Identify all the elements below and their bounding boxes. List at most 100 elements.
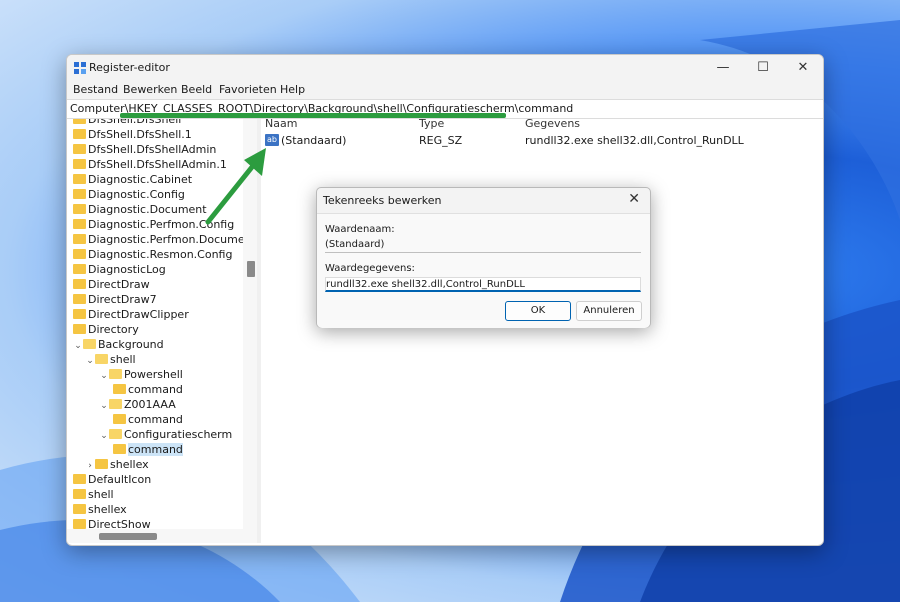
folder-icon <box>113 384 126 394</box>
minimize-button[interactable]: — <box>703 57 743 79</box>
tree-item[interactable]: Diagnostic.Document <box>73 202 207 217</box>
tree-item[interactable]: › shellex <box>85 457 149 472</box>
tree-item-label: DfsShell.DfsShellAdmin.1 <box>88 158 227 171</box>
ok-button[interactable]: OK <box>505 301 571 321</box>
folder-icon <box>73 219 86 229</box>
value-data-input[interactable] <box>325 277 641 292</box>
chevron-icon[interactable]: ⌄ <box>73 339 83 354</box>
tree-item-label: Powershell <box>124 368 183 381</box>
column-header-type[interactable]: Type <box>419 117 444 130</box>
tree-item[interactable]: ⌄ Powershell <box>99 367 183 382</box>
menu-bewerken[interactable]: Bewerken <box>123 83 177 96</box>
tree-item-label: Diagnostic.Resmon.Config <box>88 248 233 261</box>
column-header-name[interactable]: Naam <box>265 117 297 130</box>
cancel-button[interactable]: Annuleren <box>576 301 642 321</box>
tree-item-label: DfsShell.DfsShell.1 <box>88 128 192 141</box>
tree-item[interactable]: DirectShow <box>73 517 151 529</box>
value-data-cell: rundll32.exe shell32.dll,Control_RunDLL <box>525 134 744 147</box>
tree-item[interactable]: command <box>113 442 183 457</box>
folder-icon <box>73 174 86 184</box>
tree-vertical-scrollbar[interactable] <box>243 119 257 529</box>
tree-item-label: shell <box>88 488 114 501</box>
tree-item[interactable]: Diagnostic.Cabinet <box>73 172 192 187</box>
tree-item-label: Diagnostic.Cabinet <box>88 173 193 186</box>
tree-item-label: Diagnostic.Config <box>88 188 185 201</box>
tree-item-label: DfsShell.DfsShellAdmin <box>88 143 217 156</box>
tree-item-label: DefaultIcon <box>88 473 152 486</box>
folder-icon <box>83 339 96 349</box>
tree-item[interactable]: DirectDraw7 <box>73 292 157 307</box>
tree-item-label: Diagnostic.Perfmon.Document <box>88 233 244 246</box>
folder-icon <box>73 119 86 124</box>
dialog-title: Tekenreeks bewerken <box>323 194 442 207</box>
menu-favorieten[interactable]: Favorieten <box>219 83 277 96</box>
dialog-body: Waardenaam: (Standaard) Waardegegevens: … <box>317 213 650 328</box>
tree-item[interactable]: DefaultIcon <box>73 472 151 487</box>
tree-item-label: DirectDrawClipper <box>88 308 189 321</box>
tree-item[interactable]: DfsShell.DfsShellAdmin.1 <box>73 157 227 172</box>
tree-item[interactable]: ⌄ Z001AAA <box>99 397 176 412</box>
chevron-icon[interactable]: ⌄ <box>99 429 109 444</box>
close-button[interactable]: ✕ <box>783 57 823 79</box>
tree-horizontal-scrollbar[interactable] <box>67 529 257 543</box>
tree-item[interactable]: DfsShell.DfsShell.1 <box>73 127 192 142</box>
maximize-button[interactable]: ☐ <box>743 57 783 79</box>
tree-item[interactable]: Diagnostic.Perfmon.Document <box>73 232 244 247</box>
folder-icon <box>73 204 86 214</box>
tree-item-label: Diagnostic.Perfmon.Config <box>88 218 235 231</box>
tree-item[interactable]: DfsShell.DfsShell <box>73 119 181 127</box>
vertical-scroll-thumb[interactable] <box>247 261 255 277</box>
folder-icon <box>113 414 126 424</box>
menu-help[interactable]: Help <box>280 83 305 96</box>
tree-item[interactable]: DiagnosticLog <box>73 262 166 277</box>
folder-icon <box>73 129 86 139</box>
folder-icon <box>73 249 86 259</box>
value-name-cell: (Standaard) <box>281 134 347 147</box>
value-data-label: Waardegegevens: <box>325 263 415 274</box>
tree-item[interactable]: Diagnostic.Perfmon.Config <box>73 217 234 232</box>
tree-item[interactable]: ⌄ shell <box>85 352 136 369</box>
tree-item[interactable]: shell <box>73 487 114 502</box>
tree-item-label: command <box>128 383 183 396</box>
tree-item-label: shell <box>110 353 136 366</box>
folder-icon <box>73 189 86 199</box>
tree-item-label: Directory <box>88 323 139 336</box>
value-type-cell: REG_SZ <box>419 134 463 147</box>
tree-item[interactable]: DfsShell.DfsShellAdmin <box>73 142 216 157</box>
tree-item[interactable]: Directory <box>73 322 139 337</box>
chevron-icon[interactable]: ⌄ <box>99 369 109 384</box>
tree-item[interactable]: ⌄ Background <box>73 337 164 354</box>
tree-item-label: DfsShell.DfsShell <box>88 119 182 126</box>
registry-editor-icon <box>74 62 86 74</box>
tree-item[interactable]: command <box>113 412 183 427</box>
folder-icon <box>109 429 122 439</box>
values-list: Naam Type Gegevens ab (Standaard) REG_SZ… <box>261 117 823 543</box>
chevron-icon[interactable]: ⌄ <box>85 354 95 369</box>
tree-item[interactable]: command <box>113 382 183 397</box>
tree-item[interactable]: DirectDraw <box>73 277 150 292</box>
registry-tree: DfsShell.DfsShell DfsShell.DfsShell.1 DfsS… <box>67 119 244 529</box>
folder-icon <box>95 459 108 469</box>
dialog-close-icon[interactable]: ✕ <box>628 191 640 207</box>
folder-icon <box>73 279 86 289</box>
tree-item-label: shellex <box>110 458 149 471</box>
tree-item[interactable]: shellex <box>73 502 127 517</box>
address-highlight-annotation <box>120 113 506 118</box>
menu-beeld[interactable]: Beeld <box>181 83 212 96</box>
folder-icon <box>73 474 86 484</box>
menu-bestand[interactable]: Bestand <box>73 83 118 96</box>
tree-item[interactable]: Diagnostic.Config <box>73 187 185 202</box>
tree-item-label: Configuratiescherm <box>124 428 233 441</box>
value-name-field: (Standaard) <box>325 238 641 253</box>
tree-item[interactable]: ⌄ Configuratiescherm <box>99 427 232 442</box>
horizontal-scroll-thumb[interactable] <box>99 533 157 540</box>
tree-item-label: shellex <box>88 503 127 516</box>
tree-item[interactable]: Diagnostic.Resmon.Config <box>73 247 232 262</box>
tree-item-label: Background <box>98 338 164 351</box>
column-header-data[interactable]: Gegevens <box>525 117 580 130</box>
tree-item[interactable]: DirectDrawClipper <box>73 307 189 322</box>
tree-item-label: DirectShow <box>88 518 151 529</box>
folder-icon <box>73 234 86 244</box>
chevron-icon[interactable]: ⌄ <box>99 399 109 414</box>
tree-item-label: DiagnosticLog <box>88 263 166 276</box>
